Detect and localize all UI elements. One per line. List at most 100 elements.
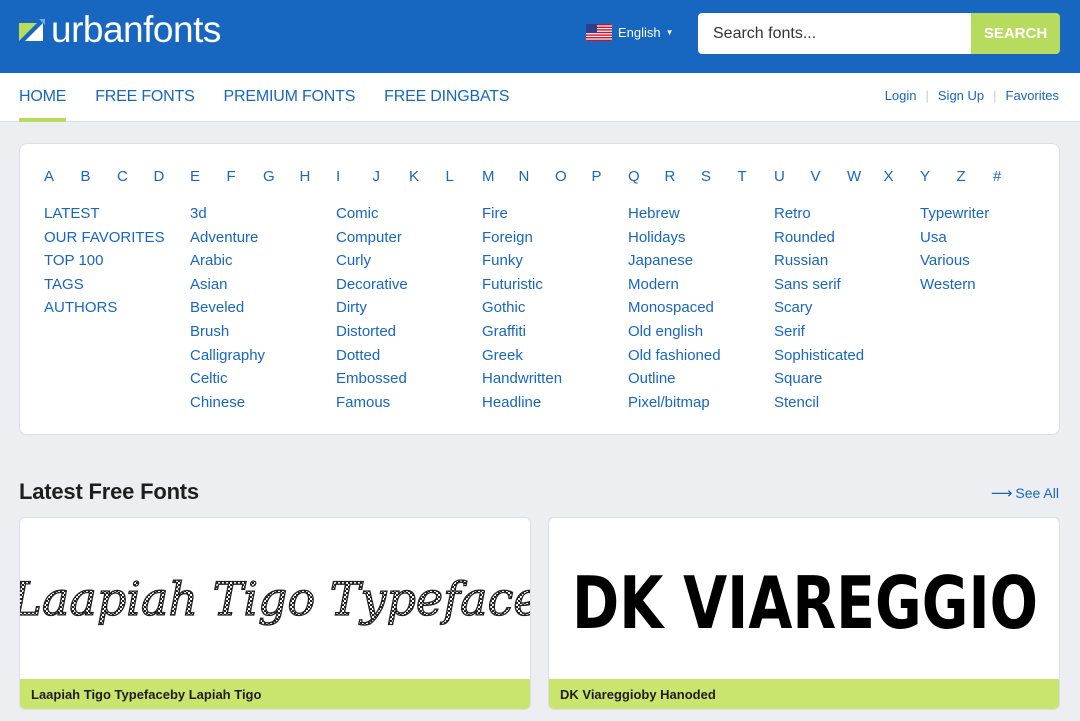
- font-card[interactable]: DK VIAREGGIO DK Viareggioby Hanoded: [548, 517, 1060, 710]
- nav-premium-fonts[interactable]: PREMIUM FONTS: [224, 73, 356, 122]
- letter-link[interactable]: #: [993, 168, 1030, 185]
- category-link[interactable]: Arabic: [190, 249, 336, 273]
- category-link[interactable]: Old fashioned: [628, 344, 774, 368]
- font-card[interactable]: Laapiah Tigo Typeface Laapiah Tigo Typef…: [19, 517, 531, 710]
- category-link[interactable]: Graffiti: [482, 320, 628, 344]
- letter-link[interactable]: R: [665, 168, 702, 185]
- category-link[interactable]: Decorative: [336, 273, 482, 297]
- letter-link[interactable]: C: [117, 168, 154, 185]
- font-directory-panel: A B C D E F G H I J K L M N O P Q R S T U V W X Y Z # LATEST OUR FA…: [19, 143, 1060, 435]
- category-link[interactable]: Typewriter: [920, 202, 1066, 226]
- letter-link[interactable]: S: [701, 168, 738, 185]
- nav-free-dingbats[interactable]: FREE DINGBATS: [384, 73, 509, 122]
- letter-link[interactable]: V: [811, 168, 848, 185]
- letter-link[interactable]: X: [884, 168, 921, 185]
- category-link[interactable]: Distorted: [336, 320, 482, 344]
- category-link[interactable]: Rounded: [774, 226, 920, 250]
- letter-link[interactable]: B: [81, 168, 118, 185]
- letter-link[interactable]: T: [738, 168, 775, 185]
- category-link[interactable]: TAGS: [44, 273, 190, 297]
- category-link[interactable]: Beveled: [190, 296, 336, 320]
- category-link[interactable]: Various: [920, 249, 1066, 273]
- category-link[interactable]: OUR FAVORITES: [44, 226, 190, 250]
- favorites-link[interactable]: Favorites: [1006, 88, 1059, 103]
- search-input[interactable]: [698, 13, 971, 54]
- category-link[interactable]: TOP 100: [44, 249, 190, 273]
- logo-mark-icon: [19, 17, 45, 43]
- category-link[interactable]: Usa: [920, 226, 1066, 250]
- category-link[interactable]: Hebrew: [628, 202, 774, 226]
- category-link[interactable]: Adventure: [190, 226, 336, 250]
- letter-link[interactable]: K: [409, 168, 446, 185]
- nav-home[interactable]: HOME: [19, 73, 67, 122]
- category-link[interactable]: Old english: [628, 320, 774, 344]
- letter-link[interactable]: E: [190, 168, 227, 185]
- caret-down-icon: ▼: [665, 28, 674, 37]
- letter-link[interactable]: G: [263, 168, 300, 185]
- category-link[interactable]: 3d: [190, 202, 336, 226]
- category-link[interactable]: Brush: [190, 320, 336, 344]
- letter-link[interactable]: M: [482, 168, 519, 185]
- category-link[interactable]: Handwritten: [482, 367, 628, 391]
- letter-link[interactable]: N: [519, 168, 556, 185]
- language-selector[interactable]: English ▼: [586, 24, 674, 41]
- category-link[interactable]: Famous: [336, 391, 482, 415]
- category-link[interactable]: Scary: [774, 296, 920, 320]
- category-link[interactable]: Dirty: [336, 296, 482, 320]
- category-link[interactable]: Japanese: [628, 249, 774, 273]
- letter-link[interactable]: J: [373, 168, 410, 185]
- category-link[interactable]: Chinese: [190, 391, 336, 415]
- category-link[interactable]: AUTHORS: [44, 296, 190, 320]
- category-link[interactable]: Stencil: [774, 391, 920, 415]
- letter-link[interactable]: Z: [957, 168, 994, 185]
- category-link[interactable]: Sans serif: [774, 273, 920, 297]
- category-link[interactable]: Comic: [336, 202, 482, 226]
- letter-link[interactable]: F: [227, 168, 264, 185]
- letter-link[interactable]: L: [446, 168, 483, 185]
- nav-free-fonts[interactable]: FREE FONTS: [95, 73, 195, 122]
- category-link[interactable]: Asian: [190, 273, 336, 297]
- font-card-caption: DK Viareggioby Hanoded: [549, 679, 1059, 709]
- category-link[interactable]: Sophisticated: [774, 344, 920, 368]
- see-all-link[interactable]: ⟶ See All: [991, 484, 1059, 502]
- category-link[interactable]: Western: [920, 273, 1066, 297]
- letter-link[interactable]: H: [300, 168, 337, 185]
- category-link[interactable]: Futuristic: [482, 273, 628, 297]
- category-link[interactable]: Holidays: [628, 226, 774, 250]
- category-link[interactable]: Greek: [482, 344, 628, 368]
- search-button[interactable]: SEARCH: [971, 13, 1060, 54]
- category-link[interactable]: Serif: [774, 320, 920, 344]
- category-link[interactable]: Headline: [482, 391, 628, 415]
- letter-link[interactable]: Q: [628, 168, 665, 185]
- category-link[interactable]: Monospaced: [628, 296, 774, 320]
- signup-link[interactable]: Sign Up: [938, 88, 984, 103]
- category-link[interactable]: Dotted: [336, 344, 482, 368]
- category-link[interactable]: Computer: [336, 226, 482, 250]
- letter-link[interactable]: I: [336, 168, 373, 185]
- letter-link[interactable]: O: [555, 168, 592, 185]
- category-link[interactable]: Embossed: [336, 367, 482, 391]
- category-link[interactable]: Gothic: [482, 296, 628, 320]
- letter-link[interactable]: P: [592, 168, 629, 185]
- letter-link[interactable]: U: [774, 168, 811, 185]
- category-link[interactable]: Curly: [336, 249, 482, 273]
- letter-link[interactable]: W: [847, 168, 884, 185]
- category-link[interactable]: Funky: [482, 249, 628, 273]
- category-link[interactable]: Modern: [628, 273, 774, 297]
- category-link[interactable]: Fire: [482, 202, 628, 226]
- category-link[interactable]: Russian: [774, 249, 920, 273]
- letter-link[interactable]: A: [44, 168, 81, 185]
- category-link[interactable]: Square: [774, 367, 920, 391]
- category-columns: LATEST OUR FAVORITES TOP 100 TAGS AUTHORS 3d A…: [44, 202, 1066, 414]
- category-link[interactable]: Calligraphy: [190, 344, 336, 368]
- letter-link[interactable]: Y: [920, 168, 957, 185]
- category-link[interactable]: Outline: [628, 367, 774, 391]
- login-link[interactable]: Login: [885, 88, 917, 103]
- category-link[interactable]: Retro: [774, 202, 920, 226]
- category-link[interactable]: Pixel/bitmap: [628, 391, 774, 415]
- category-link[interactable]: Foreign: [482, 226, 628, 250]
- letter-link[interactable]: D: [154, 168, 191, 185]
- category-link[interactable]: Celtic: [190, 367, 336, 391]
- site-logo[interactable]: urbanfonts: [19, 10, 221, 50]
- category-link[interactable]: LATEST: [44, 202, 190, 226]
